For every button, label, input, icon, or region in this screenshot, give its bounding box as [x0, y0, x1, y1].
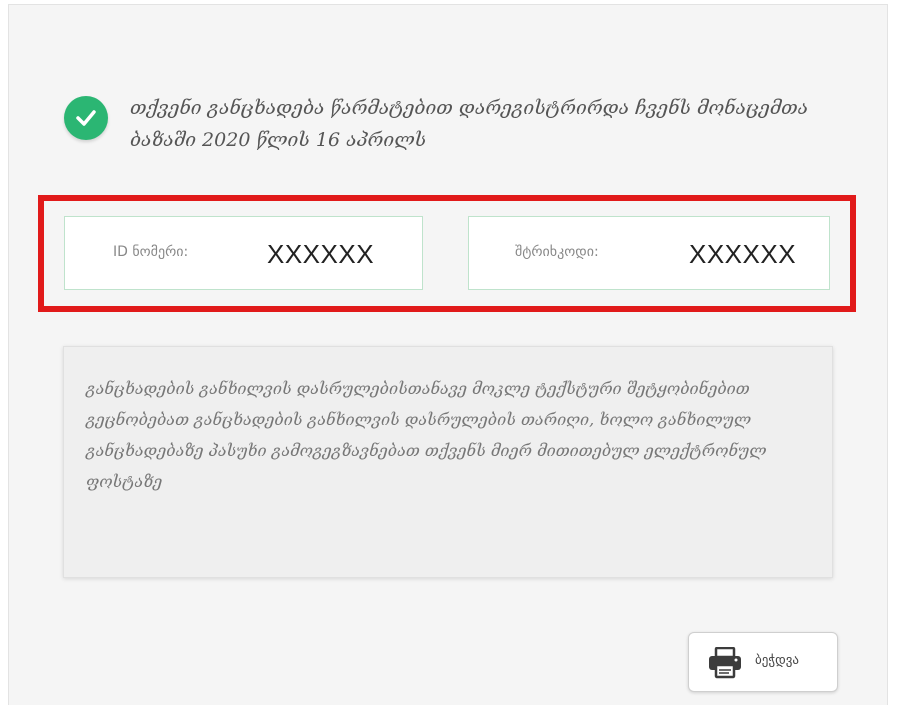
id-number-field: ID ნომერი: XXXXXX	[64, 216, 423, 290]
barcode-label: შტრიხკოდი:	[515, 244, 599, 260]
check-circle-icon	[64, 96, 108, 140]
info-notice: განცხადების განხილვის დასრულებისთანავე მ…	[63, 346, 833, 578]
print-label: ბეჭდვა	[755, 653, 799, 668]
barcode-field: შტრიხკოდი: XXXXXX	[468, 216, 830, 290]
id-number-label: ID ნომერი:	[113, 244, 189, 260]
printer-icon	[707, 646, 743, 683]
print-button[interactable]: ბეჭდვა	[688, 632, 838, 692]
id-number-value: XXXXXX	[267, 239, 375, 269]
barcode-value: XXXXXX	[689, 239, 797, 269]
info-text: განცხადების განხილვის დასრულებისთანავე მ…	[86, 379, 767, 491]
success-text: თქვენი განცხადება წარმატებით დარეგისტრირ…	[130, 97, 809, 151]
